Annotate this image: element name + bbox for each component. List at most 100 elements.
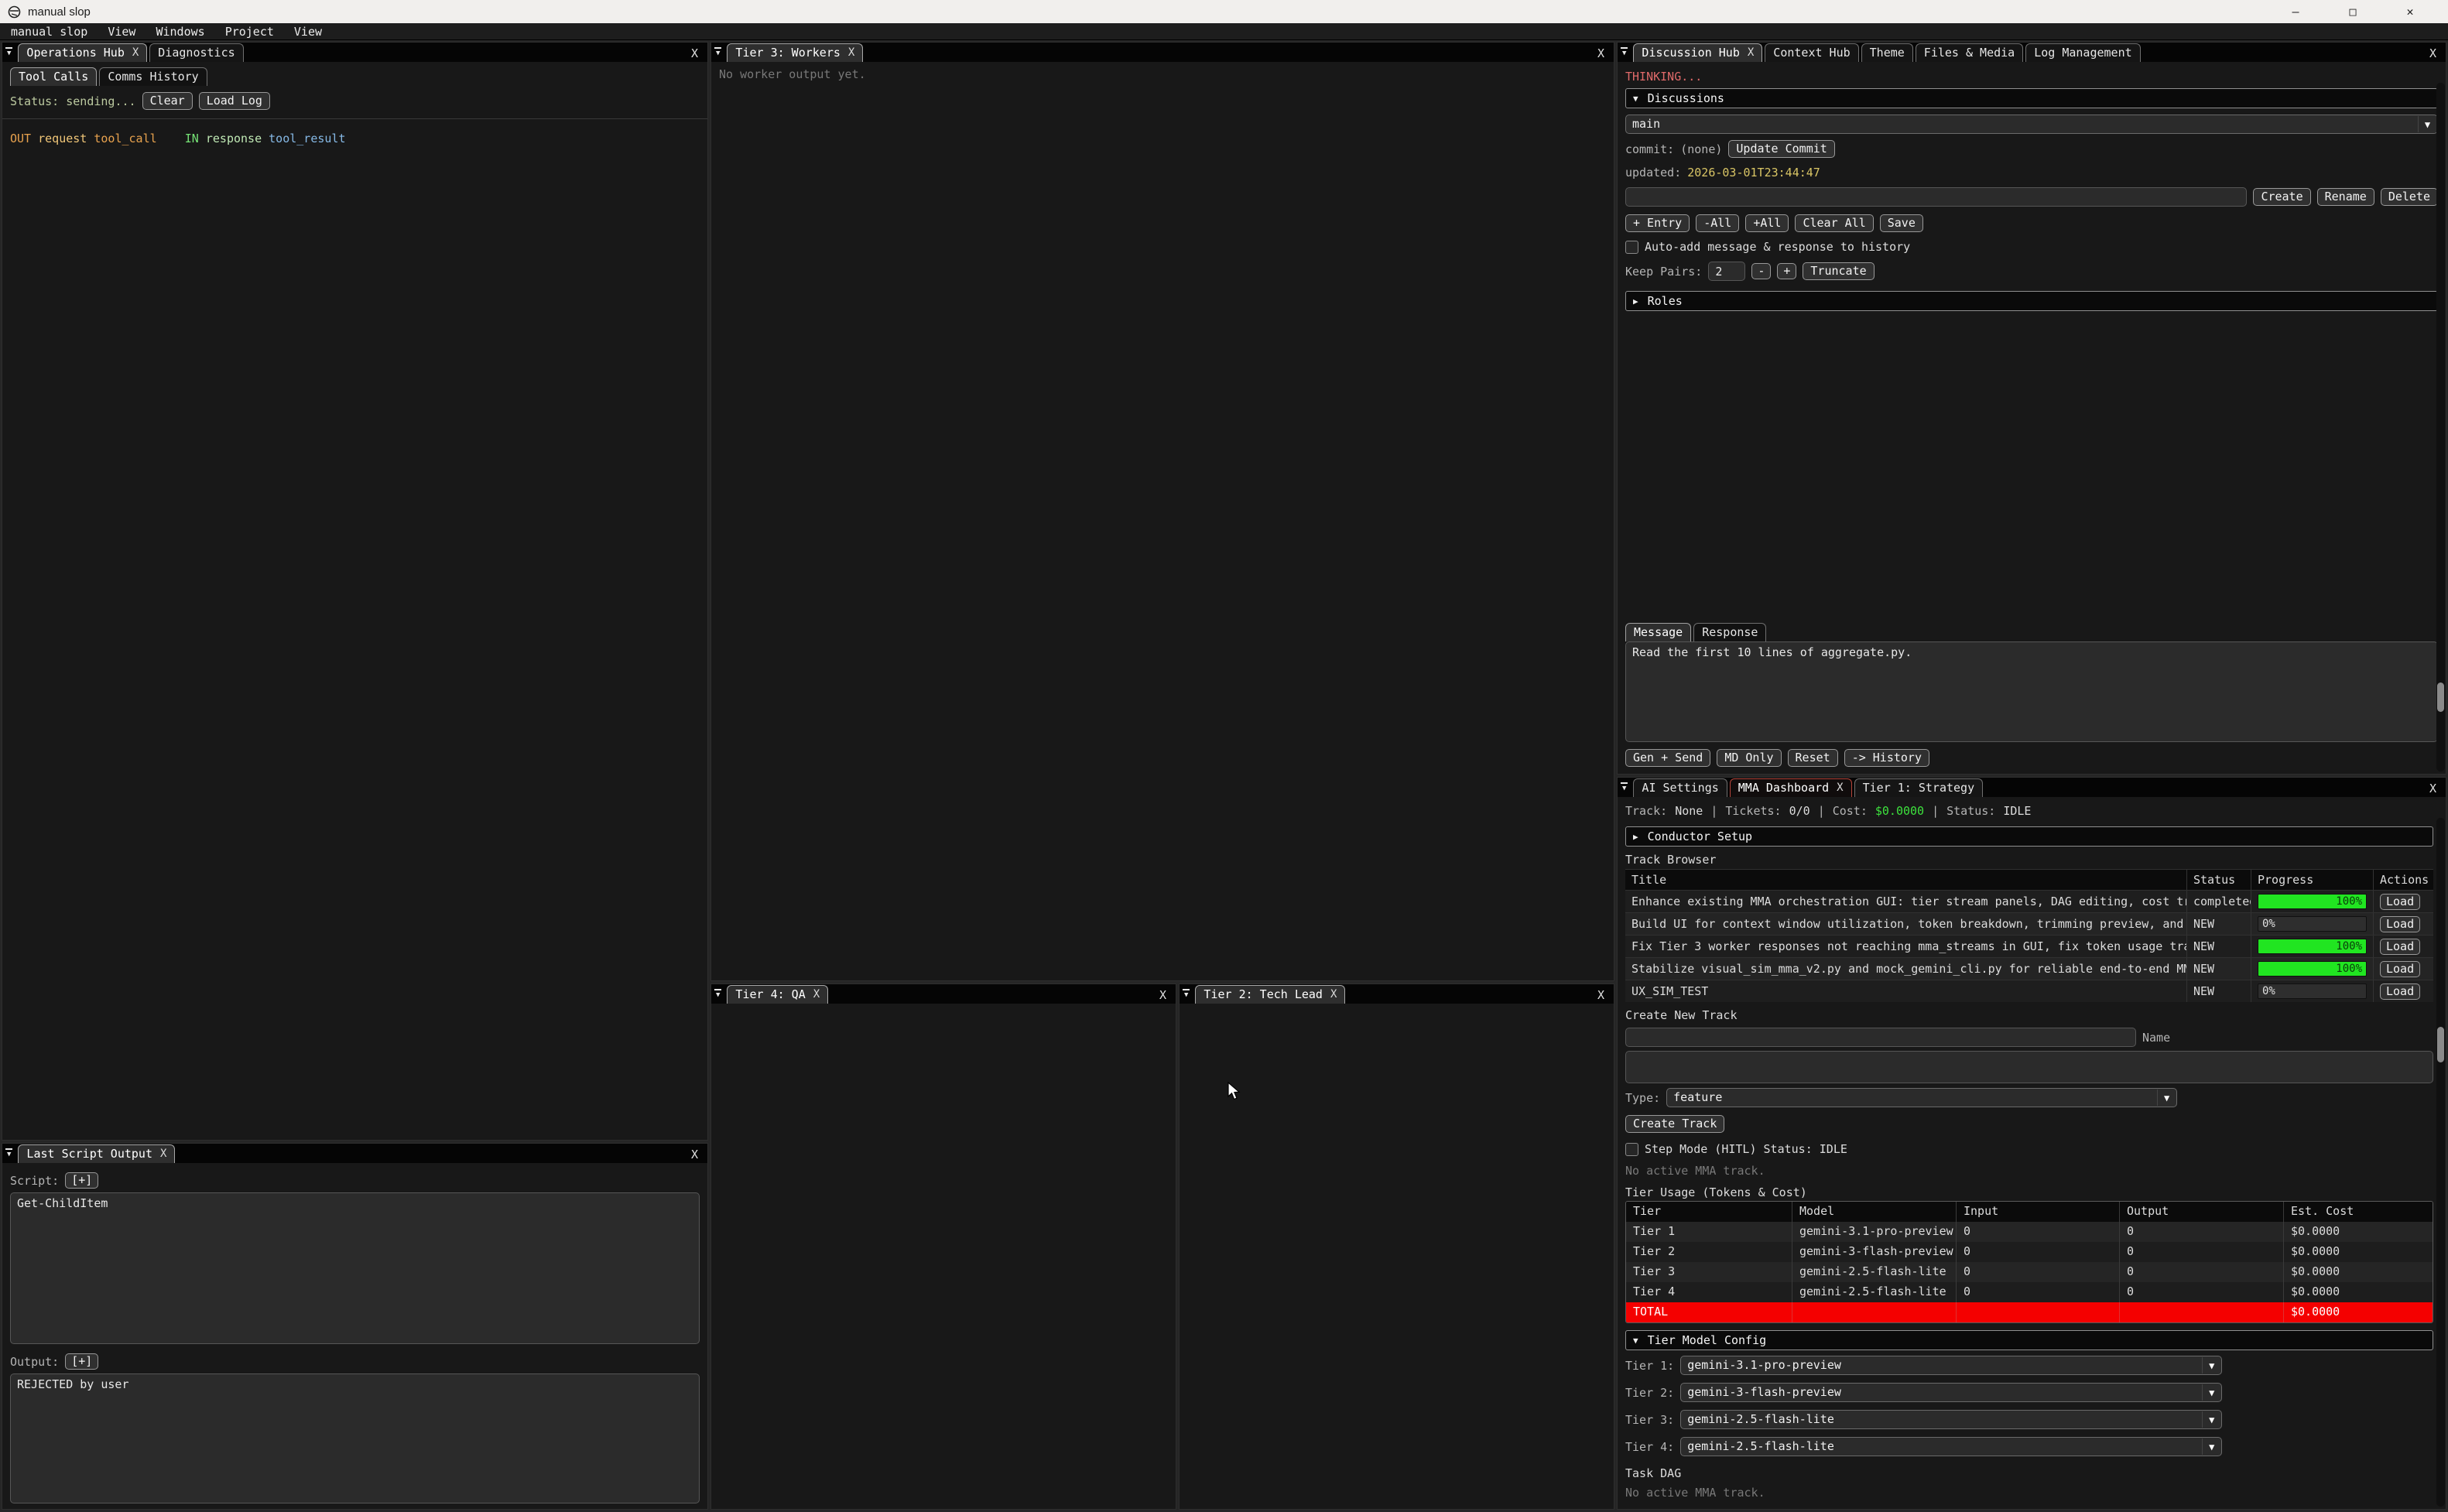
track-description-textarea[interactable] [1625,1051,2433,1083]
panel-close-icon[interactable]: X [2425,782,2441,795]
expand-all-button[interactable]: +All [1745,214,1789,232]
discussion-select[interactable]: main ▼ [1625,115,2438,134]
panel-close-icon[interactable]: X [686,46,703,60]
load-button[interactable]: Load [2380,961,2420,977]
tab-tier3-workers[interactable]: Tier 3: Workers X [727,43,863,62]
tab-ai-settings[interactable]: AI Settings [1633,778,1727,797]
subtab-comms-history[interactable]: Comms History [99,67,207,86]
tab-close-icon[interactable]: X [132,46,139,59]
tab-message[interactable]: Message [1625,623,1691,641]
window-menu-icon[interactable]: ▼ [714,989,721,999]
table-row[interactable]: Enhance existing MMA orchestration GUI: … [1625,890,2433,912]
tab-close-icon[interactable]: X [160,1148,166,1160]
panel-close-icon[interactable]: X [1593,46,1609,60]
maximize-button[interactable]: □ [2341,5,2364,19]
close-button[interactable]: ✕ [2398,5,2422,19]
tab-context-hub[interactable]: Context Hub [1765,43,1858,62]
load-button[interactable]: Load [2380,983,2420,1000]
tab-tier4-qa[interactable]: Tier 4: QA X [727,985,828,1004]
menu-item-windows[interactable]: Windows [156,25,204,39]
rename-button[interactable]: Rename [2317,188,2374,206]
menu-item-manual-slop[interactable]: manual slop [11,25,87,39]
to-history-button[interactable]: -> History [1844,749,1929,767]
panel-close-icon[interactable]: X [1593,988,1609,1002]
window-menu-icon[interactable]: ▼ [5,1148,12,1158]
track-type-select[interactable]: feature ▼ [1666,1088,2177,1107]
step-mode-checkbox[interactable] [1625,1143,1638,1156]
tab-log-management[interactable]: Log Management [2025,43,2140,62]
tool-call-log-entry[interactable]: OUT request tool_call IN response tool_r… [10,132,700,145]
table-row[interactable]: Fix Tier 3 worker responses not reaching… [1625,935,2433,957]
load-button[interactable]: Load [2380,916,2420,932]
panel-close-icon[interactable]: X [1155,988,1171,1002]
increment-button[interactable]: + [1777,263,1796,279]
scrollbar[interactable] [2436,818,2445,1507]
tab-files-media[interactable]: Files & Media [1916,43,2023,62]
tab-diagnostics[interactable]: Diagnostics [149,43,243,62]
tab-close-icon[interactable]: X [848,46,854,59]
clear-button[interactable]: Clear [142,92,193,110]
clear-all-button[interactable]: Clear All [1795,214,1873,232]
keep-pairs-input[interactable] [1708,262,1745,281]
load-button[interactable]: Load [2380,939,2420,955]
menu-item-project[interactable]: Project [225,25,274,39]
panel-close-icon[interactable]: X [2425,46,2441,60]
roles-section-header[interactable]: ▶ Roles [1625,291,2438,311]
save-button[interactable]: Save [1880,214,1923,232]
tab-close-icon[interactable]: X [1748,46,1754,59]
load-log-button[interactable]: Load Log [199,92,270,110]
auto-add-checkbox[interactable] [1625,241,1638,254]
menu-item-view[interactable]: View [108,25,135,39]
tier4-model-select[interactable]: gemini-2.5-flash-lite▼ [1680,1437,2222,1456]
decrement-button[interactable]: - [1751,263,1771,279]
scrollbar[interactable] [2436,83,2445,771]
table-row[interactable]: Build UI for context window utilization,… [1625,912,2433,935]
window-menu-icon[interactable]: ▼ [1621,782,1628,792]
table-row[interactable]: Stabilize visual_sim_mma_v2.py and mock_… [1625,957,2433,980]
discussions-section-header[interactable]: ▼ Discussions [1625,88,2438,108]
menu-item-view-2[interactable]: View [294,25,322,39]
tier-model-config-header[interactable]: ▼ Tier Model Config [1625,1330,2433,1350]
script-expand-button[interactable]: [+] [65,1172,98,1189]
tab-discussion-hub[interactable]: Discussion Hub X [1633,43,1762,62]
tier1-model-select[interactable]: gemini-3.1-pro-preview▼ [1680,1356,2222,1375]
tab-operations-hub[interactable]: Operations Hub X [18,43,147,62]
add-entry-button[interactable]: + Entry [1625,214,1690,232]
update-commit-button[interactable]: Update Commit [1728,140,1834,158]
tier2-model-select[interactable]: gemini-3-flash-preview▼ [1680,1383,2222,1402]
md-only-button[interactable]: MD Only [1717,749,1781,767]
reset-button[interactable]: Reset [1788,749,1838,767]
window-menu-icon[interactable]: ▼ [5,47,12,57]
conductor-setup-header[interactable]: ▶ Conductor Setup [1625,826,2433,847]
output-expand-button[interactable]: [+] [65,1353,98,1370]
tab-close-icon[interactable]: X [1837,782,1843,794]
discussion-name-input[interactable] [1625,187,2247,207]
minimize-button[interactable]: – [2284,5,2307,19]
script-textarea[interactable]: Get-ChildItem [10,1192,700,1344]
delete-button[interactable]: Delete [2381,188,2438,206]
subtab-tool-calls[interactable]: Tool Calls [10,67,97,86]
tab-response[interactable]: Response [1693,623,1766,641]
message-textarea[interactable]: Read the first 10 lines of aggregate.py. [1625,641,2438,742]
window-menu-icon[interactable]: ▼ [714,47,721,57]
tab-last-script-output[interactable]: Last Script Output X [18,1144,175,1163]
tab-close-icon[interactable]: X [813,988,820,1001]
tab-theme[interactable]: Theme [1861,43,1913,62]
scrollbar-thumb[interactable] [2437,682,2444,712]
create-track-button[interactable]: Create Track [1625,1115,1724,1133]
window-menu-icon[interactable]: ▼ [1183,989,1190,999]
tab-mma-dashboard[interactable]: MMA Dashboard X [1730,778,1852,797]
tab-close-icon[interactable]: X [1330,988,1337,1001]
create-button[interactable]: Create [2253,188,2310,206]
track-name-input[interactable] [1625,1028,2136,1047]
collapse-all-button[interactable]: -All [1696,214,1739,232]
tab-tier2-tech-lead[interactable]: Tier 2: Tech Lead X [1195,985,1345,1004]
output-textarea[interactable]: REJECTED by user [10,1373,700,1503]
gen-send-button[interactable]: Gen + Send [1625,749,1710,767]
load-button[interactable]: Load [2380,894,2420,910]
truncate-button[interactable]: Truncate [1803,262,1874,280]
scrollbar-thumb[interactable] [2437,1027,2444,1062]
tab-tier1-strategy[interactable]: Tier 1: Strategy [1854,778,1984,797]
table-row[interactable]: UX_SIM_TEST NEW 0% Load [1625,980,2433,1002]
tier3-model-select[interactable]: gemini-2.5-flash-lite▼ [1680,1410,2222,1429]
